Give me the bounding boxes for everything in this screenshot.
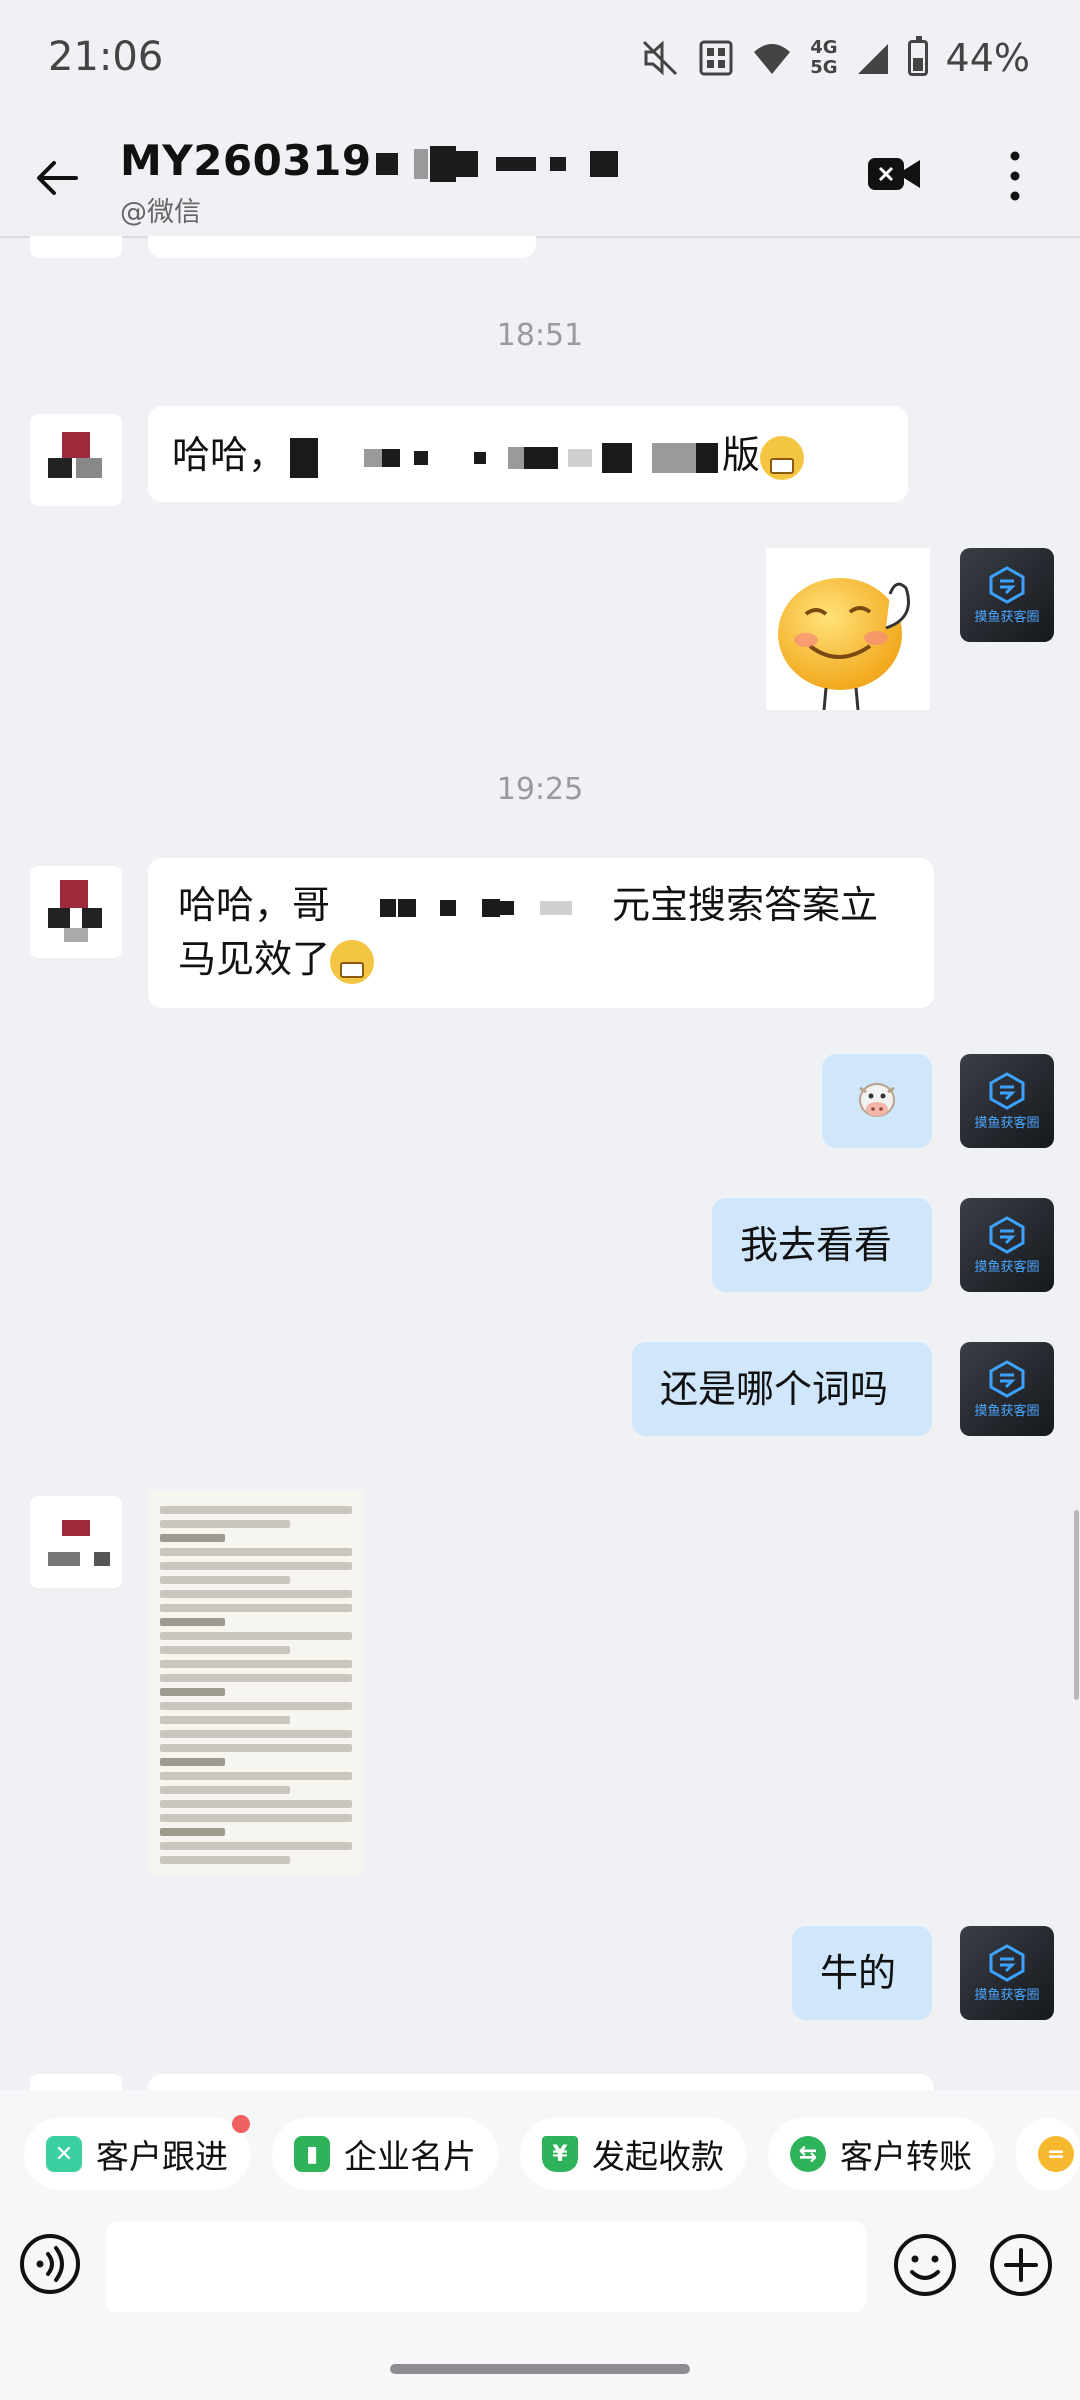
chat-title[interactable]: MY260319: [120, 136, 618, 185]
outgoing-message[interactable]: 牛的: [792, 1926, 932, 2020]
quick-actions-bar: ✕ 客户跟进 ▮ 企业名片 ¥ 发起收款 ⇆ 客户转账 =: [0, 2090, 1080, 2220]
timestamp: 18:51: [496, 318, 584, 353]
my-avatar[interactable]: 摸鱼获客圈: [960, 548, 1054, 642]
fish-logo-icon: [989, 1360, 1025, 1398]
request-payment-button[interactable]: ¥ 发起收款: [520, 2118, 746, 2190]
sticker-image[interactable]: [766, 548, 930, 711]
business-card-icon: ▮: [294, 2136, 330, 2172]
notification-dot: [232, 2115, 250, 2133]
my-avatar[interactable]: 摸鱼获客圈: [960, 1054, 1054, 1148]
previous-message-avatar: [30, 236, 122, 258]
customer-transfer-button[interactable]: ⇆ 客户转账: [768, 2118, 994, 2190]
fish-logo-icon: [989, 1944, 1025, 1982]
fish-logo-icon: [989, 1216, 1025, 1254]
follow-up-icon: ✕: [46, 2136, 82, 2172]
customer-follow-up-button[interactable]: ✕ 客户跟进: [24, 2118, 250, 2190]
message-icon: =: [1038, 2136, 1074, 2172]
contact-avatar[interactable]: [30, 414, 122, 506]
cow-emoji-icon: [859, 1083, 895, 1117]
back-arrow-icon[interactable]: [28, 148, 88, 208]
grin-emoji-icon: [330, 939, 375, 984]
timestamp: 19:25: [496, 772, 584, 807]
voice-input-icon[interactable]: [18, 2232, 82, 2296]
mute-icon: [643, 40, 678, 76]
status-time: 21:06: [48, 34, 164, 80]
contact-avatar[interactable]: [30, 1496, 122, 1588]
home-indicator[interactable]: [390, 2364, 690, 2374]
outgoing-message[interactable]: 还是哪个词吗: [632, 1342, 932, 1436]
grin-emoji-icon: [760, 435, 805, 480]
emoji-icon[interactable]: [892, 2232, 958, 2298]
status-bar: 21:06 4G 5G 44%: [0, 0, 1080, 120]
outgoing-message[interactable]: 我去看看: [712, 1198, 932, 1292]
more-options-icon[interactable]: [1000, 146, 1030, 206]
nfc-icon: [699, 40, 733, 76]
business-card-button[interactable]: ▮ 企业名片: [272, 2118, 498, 2190]
next-message-avatar: [30, 2074, 122, 2090]
previous-message-bubble: [148, 236, 536, 258]
wifi-icon: [754, 44, 791, 74]
contact-avatar[interactable]: [30, 866, 122, 958]
payment-shield-icon: ¥: [542, 2136, 578, 2172]
next-message-bubble: [148, 2074, 934, 2090]
fish-logo-icon: [989, 1072, 1025, 1110]
plus-icon[interactable]: [988, 2232, 1054, 2298]
more-actions-button[interactable]: =: [1016, 2118, 1080, 2190]
network-type: 4G 5G: [810, 37, 838, 78]
my-avatar[interactable]: 摸鱼获客圈: [960, 1342, 1054, 1436]
video-call-icon[interactable]: [866, 154, 922, 194]
battery-percent: 44%: [945, 36, 1030, 80]
chat-subtitle: @微信: [120, 197, 201, 228]
scrollbar[interactable]: [1074, 1510, 1079, 1700]
signal-icon: [857, 44, 888, 74]
outgoing-message[interactable]: [822, 1054, 932, 1148]
battery-icon: [907, 36, 928, 76]
document-image[interactable]: [148, 1490, 364, 1874]
my-avatar[interactable]: 摸鱼获客圈: [960, 1926, 1054, 2020]
transfer-icon: ⇆: [790, 2136, 826, 2172]
laughing-face-sticker-icon: [778, 578, 910, 711]
my-avatar[interactable]: 摸鱼获客圈: [960, 1198, 1054, 1292]
incoming-message[interactable]: 哈哈，版: [148, 406, 908, 502]
incoming-message[interactable]: 哈哈，哥 元宝搜索答案立 马见效了: [148, 858, 934, 1008]
message-input[interactable]: [106, 2222, 866, 2312]
fish-logo-icon: [989, 566, 1025, 604]
chat-header: MY260319 @微信: [0, 120, 1080, 238]
